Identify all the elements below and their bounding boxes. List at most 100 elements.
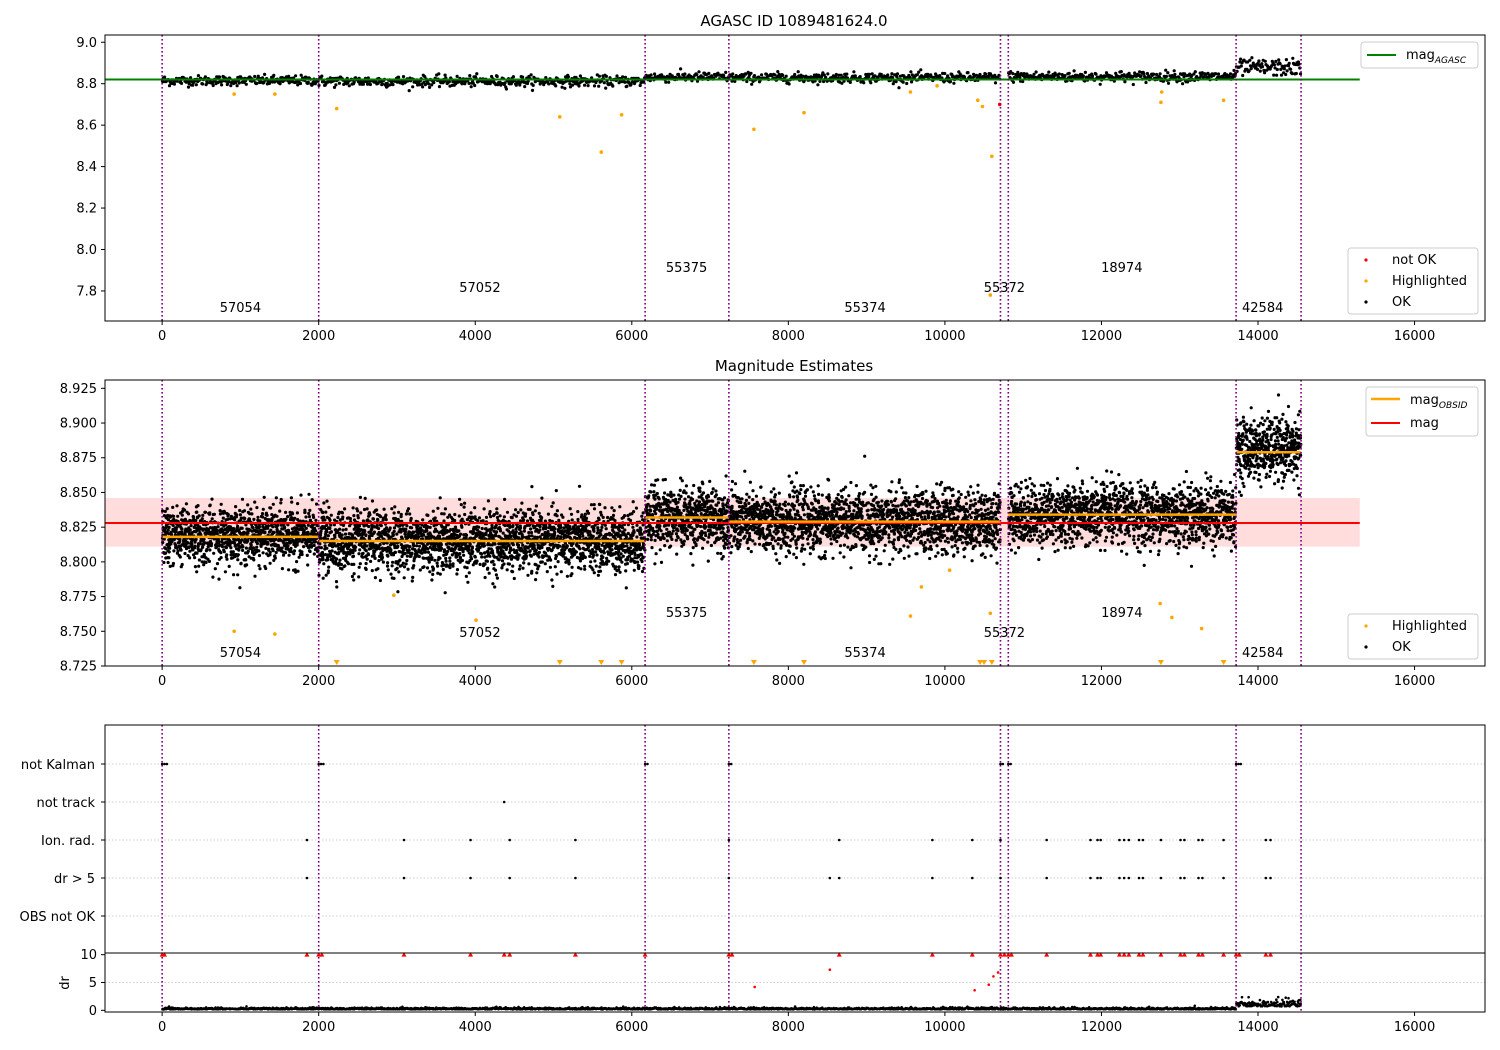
- y-tick-label: 8.0: [76, 243, 97, 258]
- data-point: [377, 559, 381, 563]
- data-point: [568, 525, 572, 529]
- data-point: [603, 506, 607, 510]
- data-point: [1275, 67, 1279, 72]
- data-point: [352, 578, 356, 582]
- data-point: [554, 84, 558, 88]
- data-point: [516, 556, 520, 560]
- highlighted-point: [619, 112, 624, 117]
- data-point: [375, 524, 379, 528]
- data-point: [862, 81, 866, 85]
- data-point: [470, 546, 474, 550]
- data-point: [358, 562, 362, 566]
- data-point: [606, 515, 610, 520]
- data-point: [180, 562, 184, 567]
- data-point: [521, 543, 525, 547]
- data-point: [363, 496, 367, 500]
- data-point: [558, 544, 562, 548]
- panel1-legend-upper: magAGASC: [1360, 41, 1479, 69]
- data-point: [203, 510, 207, 514]
- data-point: [380, 555, 385, 560]
- data-point: [1164, 68, 1168, 72]
- x-tick-label: 6000: [615, 329, 648, 344]
- data-point: [495, 511, 499, 515]
- data-point: [210, 497, 214, 501]
- data-point: [1173, 72, 1177, 77]
- data-point: [174, 543, 178, 547]
- data-point: [395, 566, 399, 570]
- data-point: [194, 83, 198, 87]
- data-point: [179, 548, 183, 552]
- data-point: [399, 530, 403, 534]
- data-point: [261, 551, 265, 555]
- data-point: [538, 528, 542, 532]
- data-point: [267, 547, 271, 551]
- data-point: [364, 561, 368, 566]
- data-point: [577, 84, 581, 88]
- data-point: [257, 564, 261, 568]
- data-point: [483, 575, 487, 580]
- data-point: [249, 543, 253, 547]
- data-point: [407, 548, 411, 552]
- data-point: [304, 526, 308, 530]
- data-point: [392, 526, 397, 530]
- data-point: [491, 582, 495, 586]
- data-point: [417, 535, 421, 539]
- data-point: [618, 529, 622, 533]
- data-point: [1202, 75, 1206, 79]
- data-point: [249, 507, 253, 511]
- data-point: [368, 82, 372, 87]
- data-point: [236, 558, 240, 562]
- data-point: [521, 566, 525, 570]
- x-tick-label: 4000: [459, 329, 492, 344]
- data-point: [519, 508, 523, 512]
- data-point: [244, 82, 248, 86]
- data-point: [358, 548, 362, 552]
- data-point: [314, 529, 318, 533]
- data-point: [509, 548, 513, 552]
- data-point: [625, 84, 629, 88]
- data-point: [359, 511, 363, 515]
- data-point: [326, 569, 330, 573]
- data-point: [341, 528, 345, 532]
- data-point: [244, 546, 248, 550]
- data-point: [583, 512, 588, 516]
- data-point: [327, 565, 331, 569]
- data-point: [1287, 61, 1291, 65]
- data-point: [343, 564, 347, 568]
- data-point: [235, 84, 239, 88]
- data-point: [596, 573, 601, 577]
- data-point: [329, 513, 333, 517]
- data-point: [338, 527, 342, 531]
- data-point: [262, 495, 266, 499]
- data-point: [459, 503, 463, 507]
- data-point: [280, 546, 284, 550]
- data-point: [494, 523, 498, 527]
- data-point: [215, 532, 219, 536]
- data-point: [494, 573, 498, 577]
- data-point: [352, 572, 356, 576]
- data-point: [1248, 58, 1252, 62]
- data-point: [1283, 64, 1287, 68]
- data-point: [163, 509, 167, 513]
- data-point: [338, 558, 342, 562]
- data-point: [498, 514, 502, 518]
- data-point: [473, 506, 477, 510]
- data-point: [551, 542, 555, 546]
- data-point: [1241, 73, 1245, 78]
- data-point: [263, 530, 267, 535]
- data-point: [567, 558, 571, 562]
- data-point: [376, 526, 381, 531]
- data-point: [305, 553, 309, 558]
- data-point: [537, 511, 541, 515]
- data-point: [493, 542, 497, 546]
- data-point: [417, 544, 422, 548]
- obsid-label: 18974: [1101, 261, 1142, 276]
- highlighted-point: [1221, 98, 1226, 103]
- data-point: [335, 585, 339, 589]
- data-point: [594, 564, 598, 568]
- data-point: [586, 511, 591, 515]
- data-point: [437, 85, 442, 89]
- data-point: [325, 499, 329, 503]
- data-point: [296, 569, 300, 573]
- data-point: [328, 526, 332, 531]
